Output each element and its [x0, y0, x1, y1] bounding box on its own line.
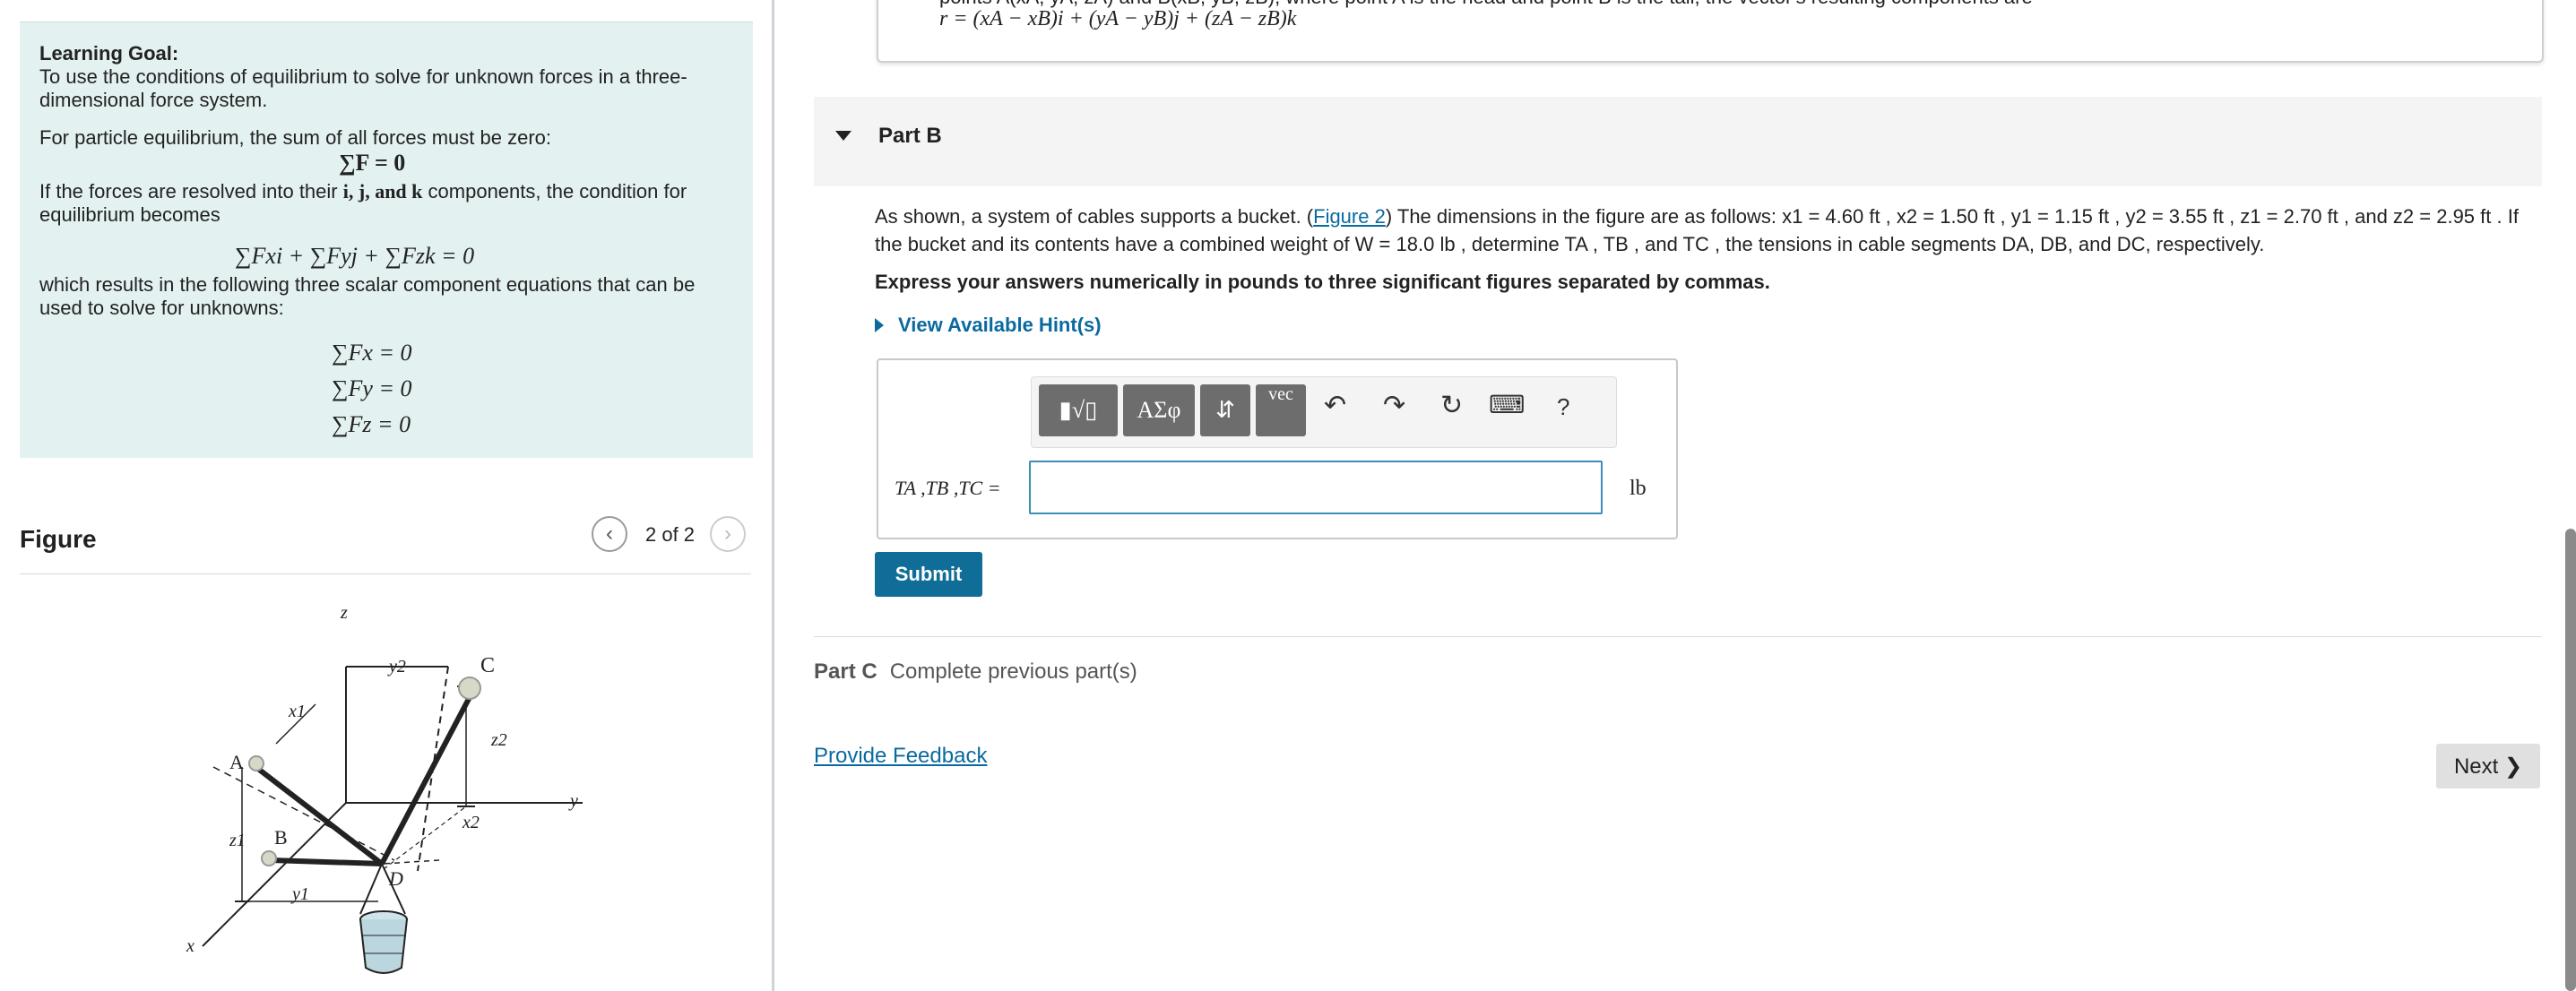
divider: [814, 636, 2542, 637]
keyboard-icon[interactable]: ⌨: [1489, 390, 1525, 419]
arrows-button[interactable]: ⇵: [1200, 384, 1250, 436]
figure-link[interactable]: Figure 2: [1313, 205, 1386, 228]
fig-label-c: C: [480, 654, 495, 677]
caret-down-icon: [835, 131, 851, 141]
figure-header: Figure ‹ 2 of 2 ›: [20, 516, 751, 574]
figure-title: Figure: [20, 525, 97, 553]
greek-symbols-button[interactable]: ΑΣφ: [1123, 384, 1195, 436]
chevron-left-icon: ‹: [606, 521, 613, 546]
part-b-title: Part B: [878, 124, 942, 148]
reset-icon[interactable]: ↻: [1440, 390, 1463, 421]
scrollbar[interactable]: [2565, 529, 2576, 991]
eq-fx: ∑Fx = 0: [332, 340, 412, 366]
answer-instruction: Express your answers numerically in poun…: [875, 271, 1770, 293]
eq-fy: ∑Fy = 0: [332, 375, 412, 401]
fig-label-y: y: [568, 791, 578, 811]
hint-box: points A(xA, yA, zA) and B(xB, yB, zB), …: [877, 0, 2544, 63]
fig-label-x: x: [186, 936, 194, 956]
vector-button[interactable]: vec: [1256, 384, 1306, 436]
particle-text: For particle equilibrium, the sum of all…: [39, 126, 552, 149]
eq-vector-sum: ∑Fxi + ∑Fyj + ∑Fzk = 0: [235, 243, 475, 269]
eq-sum-zero: ∑F = 0: [339, 150, 406, 176]
undo-icon[interactable]: ↶: [1324, 390, 1346, 421]
fig-label-z1: z1: [229, 831, 246, 850]
answer-label: TA ,TB ,TC =: [895, 477, 1001, 499]
fig-label-z2: z2: [490, 730, 507, 750]
fig-label-b: B: [274, 826, 288, 849]
fig-label-a: A: [229, 751, 244, 773]
view-hints-toggle[interactable]: View Available Hint(s): [875, 314, 1102, 337]
answer-input[interactable]: [1029, 461, 1603, 514]
fig-label-y2: y2: [387, 657, 406, 676]
redo-icon[interactable]: ↷: [1383, 390, 1405, 421]
fig-label-x2: x2: [462, 813, 480, 832]
part-b-header[interactable]: Part B: [814, 97, 2542, 186]
scalar-text: which results in the following three sca…: [39, 273, 696, 319]
part-c-row: Part C Complete previous part(s): [814, 659, 1137, 684]
fig-label-d: D: [388, 867, 403, 890]
provide-feedback-link[interactable]: Provide Feedback: [814, 744, 987, 769]
left-pane: Learning Goal: To use the conditions of …: [0, 0, 773, 991]
learning-goal-panel: Learning Goal: To use the conditions of …: [20, 22, 753, 458]
bucket-cable-figure: z y2 C x1 A z2 y x2 z1 B D y1 x: [186, 603, 583, 974]
goal-title: Learning Goal:: [39, 42, 179, 65]
figure-prev-button[interactable]: ‹: [592, 516, 627, 552]
figure-counter: 2 of 2: [645, 523, 696, 546]
next-button[interactable]: Next ❯: [2436, 744, 2540, 788]
hint-formula: r = (xA − xB)i + (yA − yB)j + (zA − zB)k: [939, 7, 1297, 30]
answer-box: ▮√▯ ΑΣφ ⇵ vec ↶ ↷ ↻ ⌨ ? TA ,TB ,TC = lb: [877, 358, 1678, 539]
fig-label-y1: y1: [290, 884, 309, 904]
eq-fz: ∑Fz = 0: [332, 411, 411, 437]
templates-button[interactable]: ▮√▯: [1039, 384, 1118, 436]
help-icon[interactable]: ?: [1557, 393, 1569, 421]
goal-description: To use the conditions of equilibrium to …: [39, 65, 687, 111]
fig-label-x1: x1: [288, 702, 306, 721]
chevron-right-icon: ›: [724, 521, 731, 546]
answer-unit: lb: [1629, 477, 1647, 500]
pane-divider[interactable]: [772, 0, 774, 991]
resolve-text: If the forces are resolved into their i,…: [39, 180, 687, 226]
submit-button[interactable]: Submit: [875, 552, 982, 597]
caret-right-icon: [875, 318, 884, 332]
figure-next-button[interactable]: ›: [710, 516, 746, 552]
problem-statement: As shown, a system of cables supports a …: [875, 205, 2519, 255]
math-toolbar: ▮√▯ ΑΣφ ⇵ vec ↶ ↷ ↻ ⌨ ?: [1031, 376, 1617, 448]
right-pane: points A(xA, yA, zA) and B(xB, yB, zB), …: [776, 0, 2576, 991]
fig-label-z: z: [340, 603, 348, 623]
